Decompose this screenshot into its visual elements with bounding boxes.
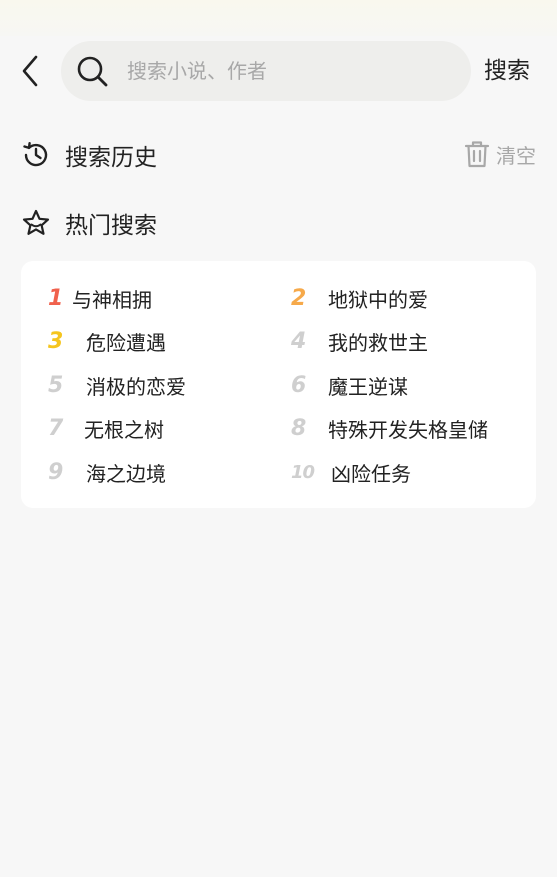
star-icon [21, 208, 51, 238]
search-input[interactable] [127, 59, 447, 83]
rank-number: 10 [291, 461, 315, 483]
hot-search-item[interactable]: 10 凶险任务 [291, 457, 411, 487]
hot-search-title-text: 海之边境 [86, 461, 166, 486]
rank-number: 6 [291, 372, 306, 398]
hot-search-title-text: 危险遭遇 [86, 330, 166, 355]
clear-history-button[interactable]: 清空 [464, 139, 536, 169]
history-clock-icon [21, 140, 51, 170]
rank-number: 4 [291, 328, 306, 354]
back-button[interactable] [12, 53, 48, 89]
chevron-left-icon [22, 55, 38, 87]
hot-search-title-text: 凶险任务 [331, 461, 411, 486]
hot-search-item[interactable]: 8 特殊开发失格皇储 [291, 413, 488, 443]
search-history-title: 搜索历史 [65, 145, 157, 171]
hot-search-title-text: 与神相拥 [72, 287, 152, 312]
search-bar: 搜索 [0, 41, 557, 101]
hot-search-header: 热门搜索 [21, 205, 536, 241]
hot-search-title-text: 特殊开发失格皇储 [328, 417, 488, 442]
hot-search-title-text: 地狱中的爱 [328, 287, 428, 312]
hot-search-item[interactable]: 2 地狱中的爱 [291, 283, 428, 313]
clear-history-label: 清空 [496, 143, 536, 168]
hot-search-item[interactable]: 7 无根之树 [48, 413, 164, 443]
hot-search-item[interactable]: 4 我的救世主 [291, 326, 428, 356]
search-submit-button[interactable]: 搜索 [484, 53, 530, 89]
hot-search-title-text: 魔王逆谋 [328, 374, 408, 399]
rank-number: 3 [48, 328, 63, 354]
hot-search-title-text: 无根之树 [84, 417, 164, 442]
status-bar [0, 0, 557, 36]
search-icon [75, 54, 109, 88]
rank-number: 9 [48, 459, 63, 485]
rank-number: 7 [48, 415, 63, 441]
rank-number: 2 [291, 285, 306, 311]
search-history-header: 搜索历史 清空 [21, 137, 536, 173]
hot-search-item[interactable]: 9 海之边境 [48, 457, 166, 487]
search-box[interactable] [61, 41, 471, 101]
hot-search-item[interactable]: 5 消极的恋爱 [48, 370, 186, 400]
hot-search-item[interactable]: 6 魔王逆谋 [291, 370, 408, 400]
hot-search-list: 1 与神相拥 2 地狱中的爱 3 危险遭遇 4 我的救世主 5 消极的恋爱 6 … [21, 261, 536, 508]
rank-number: 5 [48, 372, 63, 398]
hot-search-title: 热门搜索 [65, 213, 157, 239]
hot-search-title-text: 我的救世主 [328, 330, 428, 355]
hot-search-item[interactable]: 1 与神相拥 [48, 283, 152, 313]
hot-search-title-text: 消极的恋爱 [86, 374, 186, 399]
rank-number: 8 [291, 415, 306, 441]
hot-search-item[interactable]: 3 危险遭遇 [48, 326, 166, 356]
trash-icon [464, 139, 490, 169]
